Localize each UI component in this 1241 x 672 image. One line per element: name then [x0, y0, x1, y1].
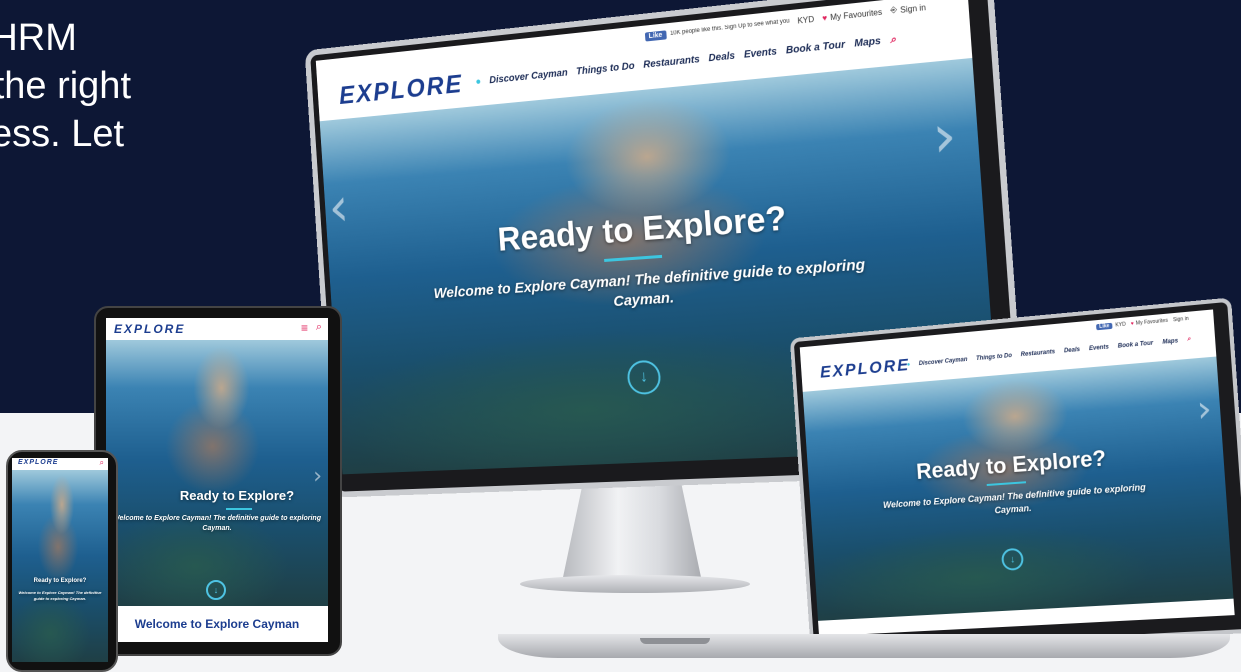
- hero-subtitle: Welcome to Explore Cayman! The definitiv…: [433, 256, 866, 311]
- laptop-site-logo[interactable]: EXPLORE: [819, 355, 910, 382]
- chevron-left-icon[interactable]: ‹: [327, 176, 351, 239]
- laptop-screen: EXPLORE Like KYD ♥ My Favourites Sign in…: [799, 309, 1235, 637]
- arrow-down-icon[interactable]: ↓: [206, 580, 226, 600]
- search-icon[interactable]: ⌕: [890, 34, 897, 46]
- laptop-notch: [640, 638, 710, 644]
- arrow-down-icon[interactable]: ↓: [626, 359, 662, 396]
- nav-things-to-do[interactable]: Things to Do: [576, 61, 635, 78]
- laptop-hero-subtitle: Welcome to Explore Cayman! The definitiv…: [882, 481, 1147, 516]
- phone-hero-image: Ready to Explore? Welcome to Explore Cay…: [12, 470, 108, 662]
- tablet-screen: EXPLORE ≡ ⌕ Ready to Explore? Welcome to…: [106, 318, 328, 642]
- nav-restaurants[interactable]: Restaurants: [643, 54, 700, 71]
- monitor-stand-foot: [520, 575, 750, 593]
- facebook-like-button[interactable]: Like: [644, 29, 667, 42]
- facebook-like-text: 10K people like this. Sign Up to see wha…: [669, 18, 790, 37]
- laptop-currency-selector[interactable]: KYD: [1115, 322, 1126, 329]
- nav-dot-icon: ●: [906, 361, 911, 368]
- nav-book-a-tour[interactable]: Book a Tour: [786, 39, 846, 56]
- headline-line-2: n the right: [0, 65, 131, 107]
- nav-maps[interactable]: Maps: [854, 36, 881, 50]
- phone-site-header: EXPLORE ⌕: [12, 458, 108, 470]
- headline-line-3: cess. Let: [0, 113, 125, 155]
- nav-events[interactable]: Events: [744, 46, 778, 60]
- laptop-sign-in-link[interactable]: Sign in: [1173, 316, 1189, 324]
- arrow-down-icon[interactable]: ↓: [1000, 547, 1025, 571]
- currency-selector[interactable]: KYD: [797, 14, 814, 25]
- laptop-base: [498, 634, 1230, 658]
- search-icon[interactable]: ⌕: [316, 321, 322, 334]
- nav-deals[interactable]: Deals: [708, 51, 735, 65]
- laptop-nav-deals[interactable]: Deals: [1064, 346, 1080, 353]
- laptop-nav-maps[interactable]: Maps: [1162, 338, 1178, 345]
- laptop-favourites-link[interactable]: My Favourites: [1136, 318, 1168, 327]
- laptop-nav-restaurants[interactable]: Restaurants: [1021, 349, 1056, 358]
- sign-in-link[interactable]: Sign in: [900, 2, 926, 14]
- tablet-site-header: EXPLORE ≡ ⌕: [106, 318, 328, 340]
- laptop-nav-events[interactable]: Events: [1089, 344, 1109, 352]
- headline-line-1: ur HRM: [0, 17, 77, 59]
- laptop-facebook-like-button[interactable]: Like: [1096, 322, 1113, 331]
- laptop-hero-divider: [986, 481, 1027, 486]
- phone-hero-subtitle: Welcome to Explore Cayman! The definitiv…: [18, 590, 102, 601]
- marketing-headline: ur HRM n the right cess. Let: [0, 14, 230, 158]
- laptop-hero-image: Ready to Explore? Welcome to Explore Cay…: [802, 356, 1234, 621]
- welcome-heading: Welcome to Explore Cayman: [106, 606, 328, 642]
- tablet-hero-divider: [226, 508, 252, 510]
- nav-discover-cayman[interactable]: Discover Cayman: [489, 68, 568, 87]
- phone: EXPLORE ⌕ Ready to Explore? Welcome to E…: [6, 450, 118, 672]
- chevron-right-icon[interactable]: ›: [930, 102, 959, 172]
- chevron-right-icon[interactable]: ›: [313, 464, 322, 489]
- hamburger-icon[interactable]: ≡: [301, 321, 308, 335]
- site-logo[interactable]: EXPLORE: [338, 69, 464, 111]
- search-icon[interactable]: ⌕: [1187, 336, 1191, 343]
- sign-in-icon: ⎆: [890, 4, 898, 15]
- phone-site-logo[interactable]: EXPLORE: [18, 459, 58, 466]
- heart-icon: ♥: [1130, 320, 1135, 328]
- laptop-nav-discover-cayman[interactable]: Discover Cayman: [919, 356, 968, 366]
- tablet-site-logo[interactable]: EXPLORE: [114, 322, 185, 336]
- chevron-right-icon[interactable]: ›: [1195, 388, 1213, 431]
- tablet: EXPLORE ≡ ⌕ Ready to Explore? Welcome to…: [94, 306, 342, 656]
- phone-screen: EXPLORE ⌕ Ready to Explore? Welcome to E…: [12, 458, 108, 662]
- laptop-nav-things-to-do[interactable]: Things to Do: [976, 352, 1012, 361]
- phone-hero-title: Ready to Explore?: [33, 578, 87, 584]
- heart-icon: ♥: [821, 12, 828, 23]
- tablet-hero-title: Ready to Explore?: [179, 488, 295, 503]
- tablet-hero-image: Ready to Explore? Welcome to Explore Cay…: [106, 340, 328, 606]
- tablet-hero-subtitle: Welcome to Explore Cayman! The definitiv…: [113, 515, 321, 532]
- laptop: EXPLORE Like KYD ♥ My Favourites Sign in…: [789, 297, 1241, 655]
- laptop-nav-book-a-tour[interactable]: Book a Tour: [1118, 340, 1154, 349]
- favourites-link[interactable]: My Favourites: [830, 7, 883, 22]
- laptop-utility-bar: Like KYD ♥ My Favourites Sign in: [1096, 316, 1189, 331]
- nav-dot-icon: ●: [475, 76, 482, 88]
- hero-divider: [604, 254, 663, 262]
- search-icon[interactable]: ⌕: [100, 458, 104, 468]
